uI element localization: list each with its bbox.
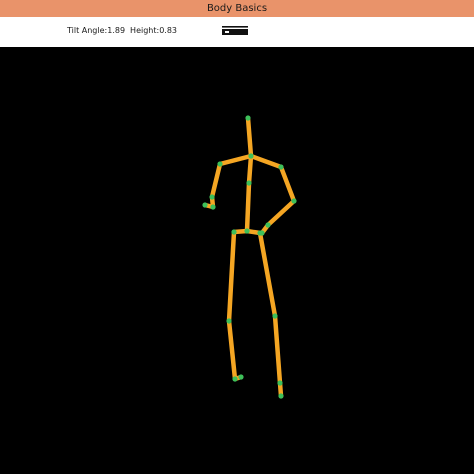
app-window: Body Basics Tilt Angle:1.89 Height:0.83 [0, 0, 474, 474]
joint-foot-right [278, 393, 284, 399]
bone-spine-upper [246, 153, 254, 186]
joint-wrist-left [210, 204, 216, 210]
joint-wrist-right [265, 222, 271, 228]
bone-shoulder-left [217, 153, 254, 167]
joint-foot-left [238, 374, 244, 380]
height-value: 0.83 [159, 26, 177, 35]
bone-thigh-right [257, 230, 278, 319]
joint-knee-right [272, 313, 278, 319]
joint-shoulder-right [278, 164, 284, 170]
bone-upper-arm-right [278, 164, 297, 204]
joint-shoulder-left [217, 161, 223, 167]
bone-thigh-left [226, 229, 237, 324]
skeleton-bones [202, 115, 297, 399]
kinect-sensor-icon [222, 26, 248, 35]
joint-knee-left [226, 318, 232, 324]
skeleton-view [202, 115, 297, 399]
height-label: Height: [130, 26, 160, 35]
joint-head [245, 115, 251, 121]
window-title: Body Basics [206, 3, 268, 14]
joint-hip-left [231, 229, 237, 235]
joint-elbow-right [291, 198, 297, 204]
joint-hip-right [257, 230, 263, 236]
bone-forearm-right [265, 198, 297, 228]
joint-ankle-right [277, 380, 283, 386]
joint-spine-mid [246, 180, 252, 186]
joint-elbow-left [209, 194, 215, 200]
tilt-angle-value: 1.89 [107, 26, 126, 35]
joint-spine-base [244, 228, 250, 234]
joint-ankle-left [232, 376, 238, 382]
tilt-angle-label: Tilt Angle: [67, 26, 108, 35]
joint-neck [248, 153, 254, 159]
title-bar[interactable]: Body Basics [0, 0, 474, 17]
bone-head-neck [245, 115, 254, 159]
skeleton-joints [202, 115, 297, 399]
joint-hand-left [202, 202, 208, 208]
bone-spine-lower [244, 180, 252, 234]
info-bar: Tilt Angle:1.89 Height:0.83 [0, 17, 474, 47]
sensor-readout: Tilt Angle:1.89 Height:0.83 [67, 26, 177, 35]
bone-shin-left [226, 318, 238, 382]
bone-shoulder-right [248, 153, 284, 170]
bone-shin-right [272, 313, 283, 386]
bone-upper-arm-left [209, 161, 223, 200]
body-tracking-canvas [0, 47, 474, 474]
